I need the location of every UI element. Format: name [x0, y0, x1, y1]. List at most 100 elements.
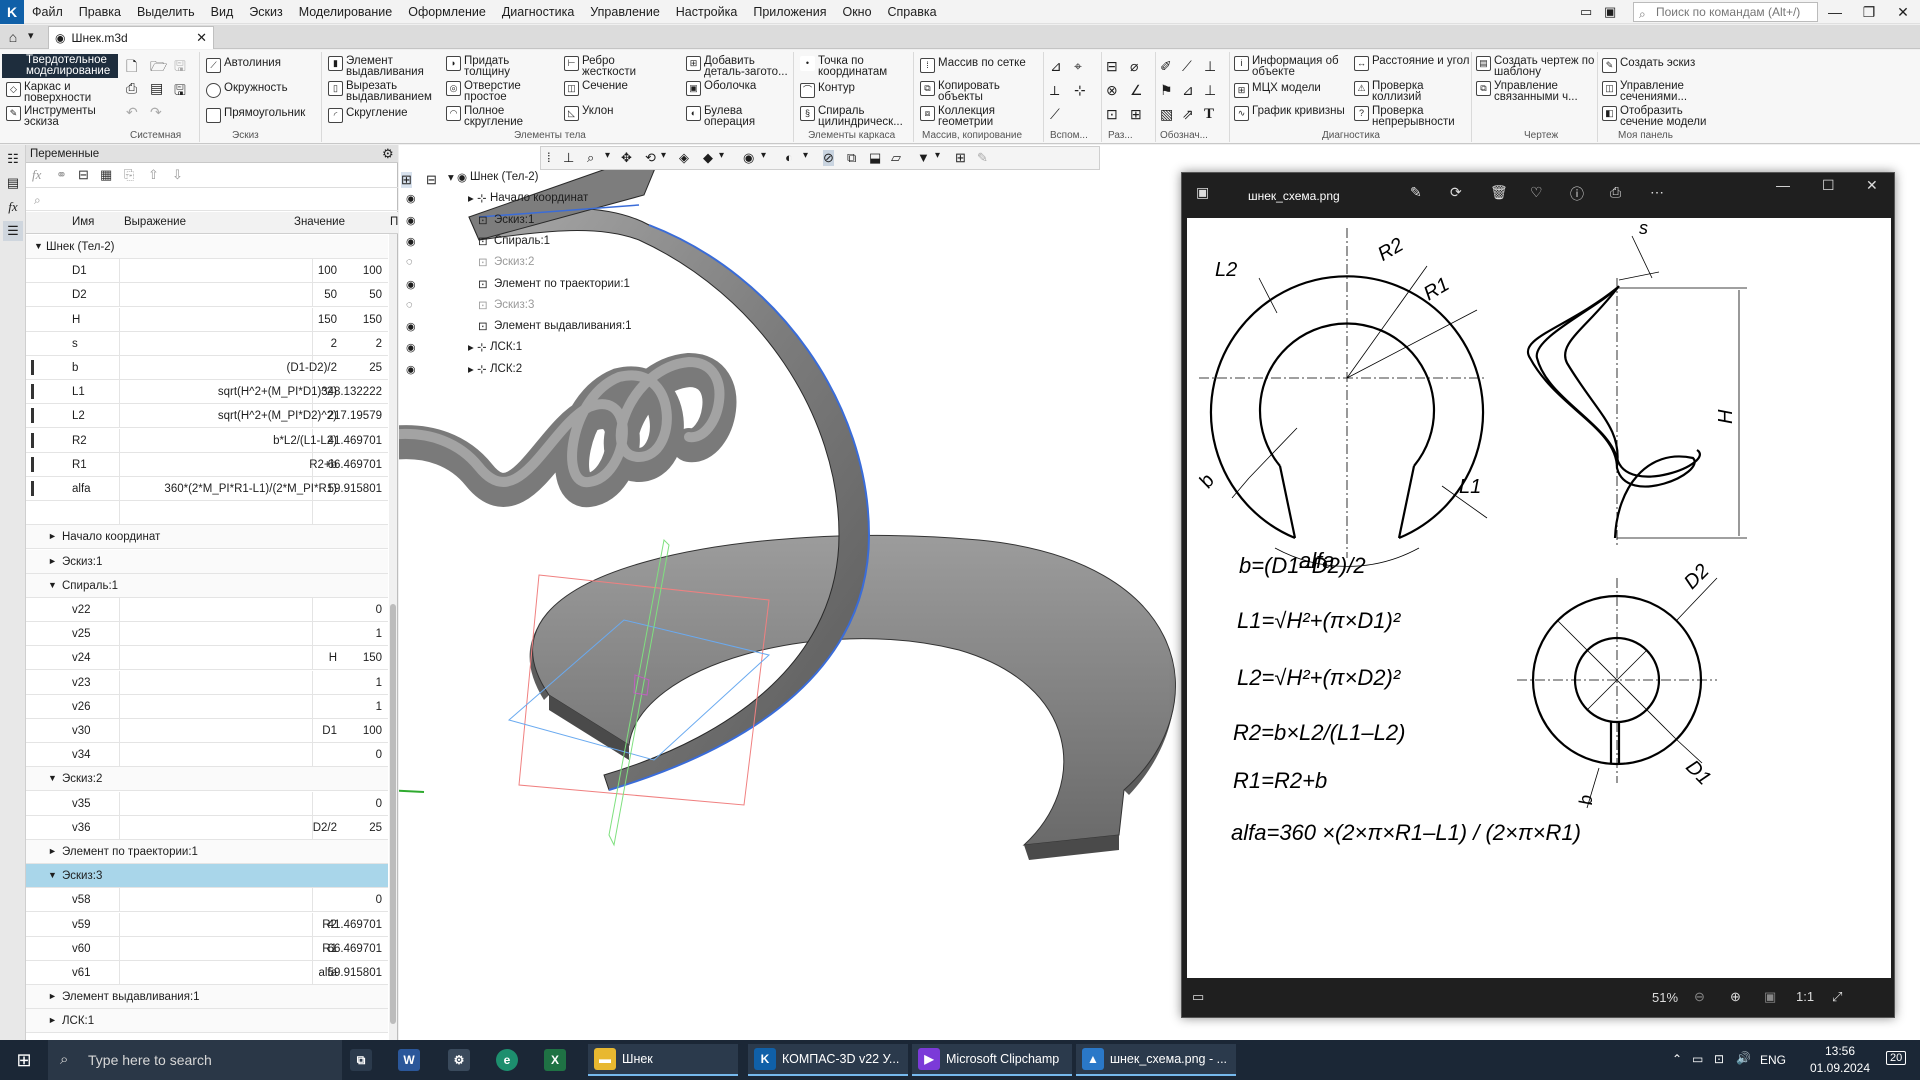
variable-expression[interactable]: 2	[119, 338, 337, 350]
variable-value[interactable]: 150	[363, 314, 382, 326]
variable-value[interactable]: 0	[376, 749, 382, 761]
filter-icon[interactable]: ▼	[917, 150, 930, 165]
tree-node[interactable]: ◉ ⊡ Элемент выдавливания:1	[400, 317, 660, 337]
print-icon[interactable]: ⎙	[126, 80, 137, 97]
tab-menu-icon[interactable]: ▾	[28, 29, 34, 42]
aux-lcs-icon[interactable]: ⊹	[1074, 82, 1086, 99]
distance-angle-button[interactable]: ↔ Расстояние и угол	[1354, 55, 1472, 71]
geometry-collection-button[interactable]: ⧈ Коллекция геометрии	[920, 105, 1044, 128]
variable-value[interactable]: 0	[376, 894, 382, 906]
variable-row[interactable]: v26 1	[26, 694, 388, 719]
close-button[interactable]: ✕	[1886, 0, 1920, 24]
thicken-button[interactable]: ◗ Придать толщину	[446, 55, 546, 78]
aux-line-icon[interactable]: ⟂	[1050, 82, 1059, 99]
tree-node[interactable]: ◌ ⊡ Эскиз:2	[400, 253, 660, 273]
menu-formatting[interactable]: Оформление	[400, 0, 494, 24]
section-manager-button[interactable]: ◫ Управление сечениями...	[1602, 80, 1718, 103]
fit-icon[interactable]: ▣	[1764, 989, 1776, 1005]
zoom-out-icon[interactable]: ⊖	[1694, 989, 1705, 1005]
helix-button[interactable]: § Спираль цилиндрическ...	[800, 105, 912, 128]
menu-control[interactable]: Управление	[582, 0, 668, 24]
battery-icon[interactable]: ▭	[1692, 1052, 1703, 1066]
extrude-button[interactable]: ▮ Элемент выдавливания	[328, 55, 446, 78]
auto-dimension-icon[interactable]: ⊡	[1106, 106, 1118, 123]
tree-node[interactable]: ▾ ◉ Шнек (Тел-2)	[400, 168, 660, 188]
variables-scrollbar[interactable]	[389, 234, 397, 1040]
viewer-minimize-icon[interactable]: —	[1776, 177, 1790, 193]
variable-expression[interactable]: D1	[119, 725, 337, 737]
display-dropdown-icon[interactable]: ▾	[719, 150, 724, 161]
expand-arrow-icon[interactable]: ►	[48, 991, 57, 1001]
variable-row[interactable]: v24 H 150	[26, 646, 388, 671]
eye-icon[interactable]: ◉	[406, 278, 416, 291]
hole-button[interactable]: ◎ Отверстие простое	[446, 80, 546, 103]
aux-point-icon[interactable]: ⟋	[1050, 106, 1060, 123]
collapse-arrow-icon[interactable]: ▼	[48, 870, 57, 880]
link-icon[interactable]: ⚭	[56, 167, 67, 183]
boolean-button[interactable]: ◐ Булева операция	[686, 105, 796, 128]
variable-expression[interactable]: 100	[119, 265, 337, 277]
clock-time[interactable]: 13:56	[1808, 1044, 1872, 1058]
full-fillet-button[interactable]: ◠ Полное скругление	[446, 105, 546, 128]
tree-group-row[interactable]: ▼ Спираль:1	[26, 573, 388, 598]
variable-value[interactable]: 217.19579	[328, 410, 382, 422]
linked-drawings-button[interactable]: ⧉ Управление связанными ч...	[1476, 80, 1596, 103]
home-icon[interactable]: ⌂	[2, 27, 24, 47]
taskbar-app-clipchamp[interactable]: ▶ Microsoft Clipchamp	[912, 1044, 1072, 1076]
contour-button[interactable]: ⌒ Контур	[800, 82, 912, 98]
move-up-icon[interactable]: ⇧	[148, 167, 159, 183]
parameters-icon[interactable]: ☰	[3, 221, 23, 241]
variable-value[interactable]: 59.915801	[328, 967, 382, 979]
tolerance-icon[interactable]: ⊥	[1204, 82, 1216, 99]
tree-node[interactable]: ◉ ⊡ Эскиз:1	[400, 211, 660, 231]
variable-expression[interactable]: R2	[119, 919, 337, 931]
column-p[interactable]: П	[390, 216, 398, 228]
expand-arrow-icon[interactable]: ►	[48, 531, 57, 541]
zoom-icon[interactable]: ⌕	[587, 150, 594, 166]
arrow-icon[interactable]: ⇗	[1182, 106, 1194, 123]
diameter-dimension-icon[interactable]: ⌀	[1130, 58, 1138, 75]
edit-image-icon[interactable]: ✎	[1410, 184, 1422, 201]
orientation-icon[interactable]: ⊥	[563, 150, 574, 166]
excel-icon[interactable]: X	[544, 1049, 566, 1071]
variable-expression[interactable]: b*L2/(L1-L2)	[119, 435, 337, 447]
variable-row[interactable]: v30 D1 100	[26, 719, 388, 743]
autoline-button[interactable]: ⟋ Автолиния	[206, 57, 281, 73]
visibility-dropdown-icon[interactable]: ▾	[761, 150, 766, 161]
variable-row[interactable]: v59 R2 41.469701	[26, 912, 388, 937]
menu-help[interactable]: Справка	[880, 0, 945, 24]
settings-view-icon[interactable]: ⊞	[955, 150, 966, 166]
variable-value[interactable]: 348.132222	[321, 386, 382, 398]
edge-icon[interactable]: e	[496, 1049, 518, 1071]
variable-row[interactable]: R1 R2+b 66.469701	[26, 452, 388, 477]
viewer-maximize-icon[interactable]: ☐	[1822, 177, 1835, 194]
circle-button[interactable]: Окружность	[206, 82, 288, 98]
variable-value[interactable]: 0	[376, 604, 382, 616]
visibility-icon[interactable]: ◉	[743, 150, 754, 166]
render-icon[interactable]: ⬓	[869, 150, 881, 166]
variable-row[interactable]: v58 0	[26, 888, 388, 913]
marker-icon[interactable]: ⚑	[1160, 82, 1173, 99]
eye-icon[interactable]: ◉	[406, 341, 416, 354]
rotate-icon[interactable]: ⟲	[645, 150, 656, 166]
expand-arrow-icon[interactable]: ►	[48, 556, 57, 566]
linear-dimension-icon[interactable]: ⊟	[1106, 58, 1118, 75]
roughness-icon[interactable]: ✐	[1160, 58, 1172, 75]
zoom-in-icon[interactable]: ⊕	[1730, 989, 1741, 1005]
variable-value[interactable]: 50	[369, 289, 382, 301]
variable-row[interactable]: alfa 360*(2*M_PI*R1-L1)/(2*M_PI*R1) 59.915…	[26, 477, 388, 501]
filmstrip-icon[interactable]: ▭	[1192, 989, 1204, 1005]
variable-row[interactable]: v36 D2/2 25	[26, 815, 388, 840]
undo-icon[interactable]: ↶	[126, 104, 138, 121]
mode-wireframe-button[interactable]: ◇ Каркас и поверхности	[6, 81, 106, 104]
layout-icon[interactable]: ▭	[1580, 4, 1592, 20]
scrollbar-thumb[interactable]	[390, 604, 396, 1024]
variable-expression[interactable]: H	[119, 652, 337, 664]
eye-icon[interactable]: ◉	[406, 192, 416, 205]
variable-value[interactable]: 100	[363, 265, 382, 277]
radius-dimension-icon[interactable]: ⊗	[1106, 82, 1118, 99]
tree-group-row[interactable]: ▼ Эскиз:2	[26, 767, 388, 792]
variable-expression[interactable]: 150	[119, 314, 337, 326]
variable-row[interactable]: v22 0	[26, 598, 388, 622]
redo-icon[interactable]: ↷	[150, 104, 162, 121]
